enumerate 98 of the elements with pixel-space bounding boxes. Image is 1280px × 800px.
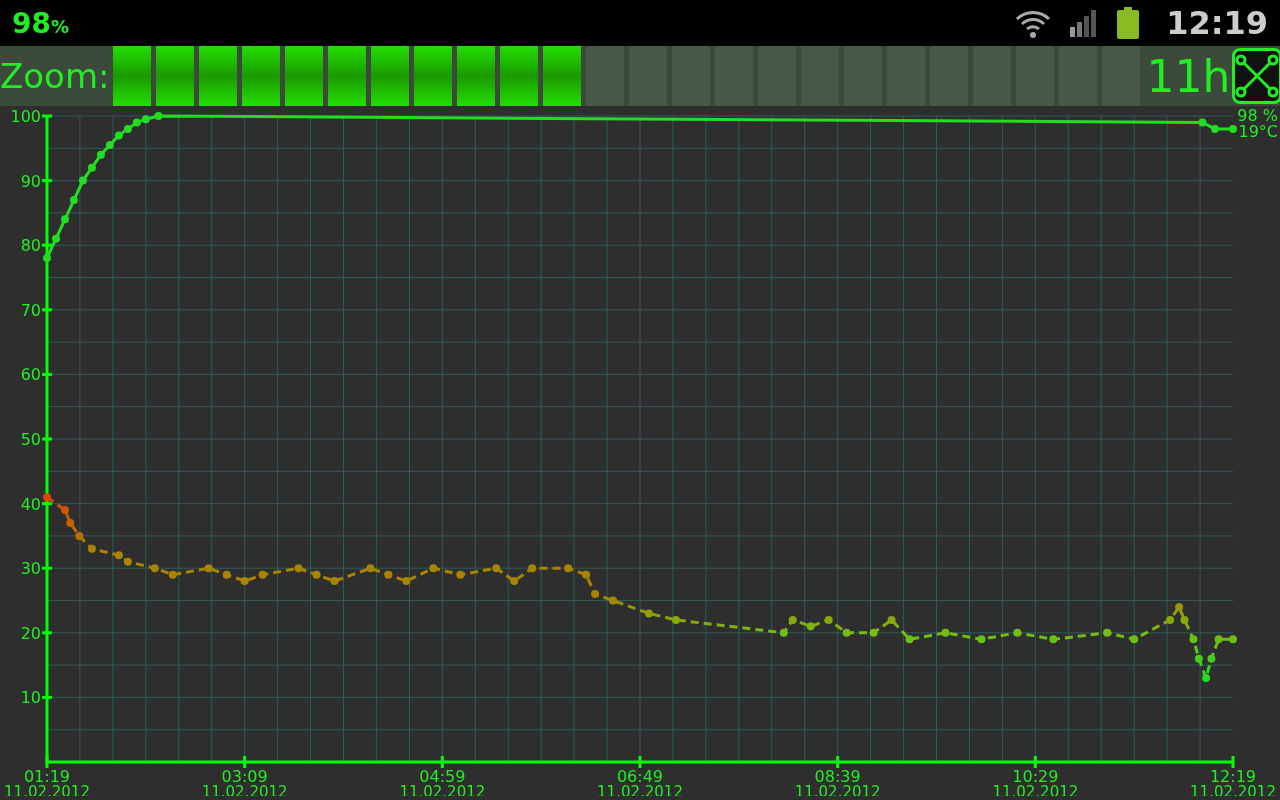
x-tick-label: 04:59 xyxy=(419,767,466,786)
point xyxy=(429,564,438,573)
point xyxy=(1211,124,1220,133)
x-tick-label: 01:19 xyxy=(23,767,71,786)
point xyxy=(564,564,573,573)
x-tick-label: 03:09 xyxy=(221,767,268,786)
point xyxy=(384,570,393,579)
point xyxy=(1207,654,1216,663)
point xyxy=(330,577,339,586)
point xyxy=(204,564,213,573)
point xyxy=(75,531,84,540)
signal-icon xyxy=(1070,9,1099,37)
point xyxy=(78,176,87,185)
point xyxy=(644,609,653,618)
current-battery-level: 98 % xyxy=(1237,106,1278,125)
point xyxy=(154,112,163,120)
point xyxy=(132,118,141,127)
point xyxy=(806,622,815,631)
point xyxy=(1202,674,1211,683)
point xyxy=(869,628,878,637)
zoom-slider[interactable] xyxy=(113,46,1141,106)
clock: 12:19 xyxy=(1166,4,1268,42)
x-tick-label: 06:49 xyxy=(616,767,664,786)
point xyxy=(1214,635,1223,644)
point xyxy=(114,131,123,140)
x-tick-label: 08:39 xyxy=(814,767,861,786)
point xyxy=(114,551,123,560)
point xyxy=(402,577,411,586)
current-temperature: 19°C xyxy=(1238,122,1278,141)
point xyxy=(1194,654,1203,663)
point xyxy=(528,564,537,573)
point xyxy=(788,615,797,624)
y-tick-label: 10 xyxy=(20,688,41,708)
time-span: 11h xyxy=(1145,50,1232,102)
point xyxy=(1180,615,1189,624)
tools-button[interactable] xyxy=(1232,48,1280,104)
point xyxy=(43,254,51,263)
x-tick-label: 10:29 xyxy=(1012,767,1059,786)
point xyxy=(1229,635,1237,644)
crossed-wrenches-icon xyxy=(1235,54,1280,98)
point xyxy=(842,628,851,637)
point xyxy=(240,577,249,586)
point xyxy=(1175,602,1184,611)
point xyxy=(150,564,159,573)
point xyxy=(1229,124,1237,133)
battery-icon xyxy=(1116,7,1141,39)
y-tick-label: 60 xyxy=(20,365,41,385)
point xyxy=(141,115,150,124)
point xyxy=(609,596,618,605)
point xyxy=(1013,628,1022,637)
point xyxy=(671,615,680,624)
point xyxy=(87,163,96,172)
point xyxy=(591,590,600,599)
point xyxy=(69,195,78,204)
point xyxy=(887,615,896,624)
battery-percent: 98% xyxy=(12,6,70,40)
x-tick-label: 12:19 xyxy=(1209,767,1257,786)
point xyxy=(96,150,105,159)
y-tick-label: 90 xyxy=(20,171,41,191)
point xyxy=(582,570,591,579)
point xyxy=(1049,635,1058,644)
y-tick-label: 40 xyxy=(20,494,41,514)
point xyxy=(1166,615,1175,624)
point xyxy=(87,544,96,553)
point xyxy=(258,570,267,579)
y-tick-label: 70 xyxy=(20,300,41,320)
y-tick-label: 80 xyxy=(20,236,41,256)
y-tick-label: 50 xyxy=(20,430,41,449)
point xyxy=(60,506,69,515)
point xyxy=(366,564,375,573)
point xyxy=(51,234,60,243)
point xyxy=(977,635,986,644)
point xyxy=(123,557,132,566)
point xyxy=(105,141,114,150)
y-tick-label: 20 xyxy=(20,623,41,643)
point xyxy=(1198,118,1207,127)
point xyxy=(60,215,69,224)
point xyxy=(941,628,950,637)
point xyxy=(168,570,177,579)
y-tick-label: 100 xyxy=(10,107,41,126)
wifi-icon xyxy=(1014,8,1053,38)
point xyxy=(492,564,501,573)
point xyxy=(312,570,321,579)
point xyxy=(222,570,231,579)
point xyxy=(905,635,914,644)
point xyxy=(66,518,75,527)
point xyxy=(123,124,132,133)
point xyxy=(1189,635,1198,644)
point xyxy=(824,615,833,624)
point xyxy=(510,577,519,586)
point xyxy=(456,570,465,579)
point xyxy=(294,564,303,573)
point xyxy=(1103,628,1112,637)
zoom-label: Zoom: xyxy=(0,56,111,96)
point xyxy=(779,628,788,637)
point xyxy=(1130,635,1139,644)
y-tick-label: 30 xyxy=(20,559,41,579)
point xyxy=(43,493,51,502)
